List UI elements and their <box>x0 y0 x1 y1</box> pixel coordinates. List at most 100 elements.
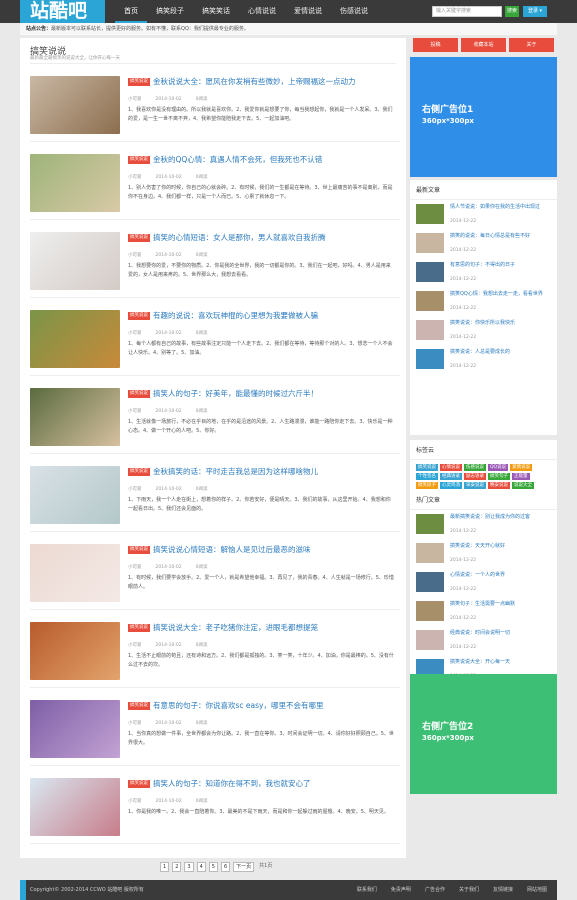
post-title-link[interactable]: 搞笑说说心情短语：解恼人是见过后最恶的滋味 <box>153 544 393 556</box>
post-author[interactable]: 小可爱 <box>128 643 142 648</box>
post-thumbnail[interactable] <box>30 76 120 134</box>
nav-sad[interactable]: 伤感说说 <box>331 0 377 23</box>
side-thumbnail[interactable] <box>416 514 444 534</box>
tag-link[interactable]: 搞笑说说 <box>416 464 438 471</box>
submit-button[interactable]: 投稿 <box>413 38 458 52</box>
post-category-badge[interactable]: 搞笑说说 <box>128 624 150 632</box>
side-article-link[interactable]: 搞笑说说：你快乐所以我快乐 <box>450 320 554 327</box>
side-thumbnail[interactable] <box>416 320 444 340</box>
bookmark-button[interactable]: 收藏本站 <box>461 38 506 52</box>
post-category-badge[interactable]: 搞笑说说 <box>128 156 150 164</box>
post-thumbnail[interactable] <box>30 778 120 836</box>
post-category-badge[interactable]: 搞笑说说 <box>128 78 150 86</box>
post-category-badge[interactable]: 搞笑说说 <box>128 234 150 242</box>
search-button[interactable]: 搜索 <box>505 6 519 17</box>
post-thumbnail[interactable] <box>30 622 120 680</box>
post-author[interactable]: 小可爱 <box>128 253 142 258</box>
tag-link[interactable]: 说说大全 <box>512 482 534 489</box>
side-article-link[interactable]: 情人节说说：如果你在我的生活中出现过 <box>450 204 554 211</box>
post-thumbnail[interactable] <box>30 466 120 524</box>
nav-love[interactable]: 爱情说说 <box>285 0 331 23</box>
nav-jokes[interactable]: 搞笑段子 <box>147 0 193 23</box>
post-title-link[interactable]: 搞笑的心情短语：女人是那你，男人就喜欢自我折腾 <box>153 232 393 244</box>
post-title-link[interactable]: 金秋搞笑的话：平时走吉我总是因为这样哪啥物儿 <box>153 466 393 478</box>
footer-link[interactable]: 广告合作 <box>425 880 445 900</box>
tag-link[interactable]: 励志语录 <box>464 473 486 480</box>
post-category-badge[interactable]: 搞笑说说 <box>128 468 150 476</box>
page-link-2[interactable]: 2 <box>172 862 182 872</box>
footer-link[interactable]: 关于我们 <box>459 880 479 900</box>
ad-banner-2[interactable]: 右侧广告位2 360px*300px <box>410 674 557 794</box>
post-title-link[interactable]: 搞笑说说大全：老子吃猪你注定，进眼毛都想提笼 <box>153 622 393 634</box>
nav-funny[interactable]: 搞笑笑话 <box>193 0 239 23</box>
footer-link[interactable]: 联系我们 <box>357 880 377 900</box>
post-author[interactable]: 小可爱 <box>128 721 142 726</box>
page-link-6[interactable]: 6 <box>220 862 231 872</box>
post-title-link[interactable]: 有趣的说说：喜欢玩神棍的心里想为我要做被人骗 <box>153 310 393 322</box>
footer-link[interactable]: 网站地图 <box>527 880 547 900</box>
login-button[interactable]: 登录 ▾ <box>523 6 547 17</box>
page-link-1[interactable]: 1 <box>160 862 170 872</box>
side-thumbnail[interactable] <box>416 601 444 621</box>
page-link-5[interactable]: 5 <box>208 862 218 872</box>
post-category-badge[interactable]: 搞笑说说 <box>128 702 150 710</box>
side-article-link[interactable]: 搞笑QQ心情：我想出去走一走，看看世界 <box>450 291 554 298</box>
post-author[interactable]: 小可爱 <box>128 97 142 102</box>
tag-link[interactable]: 心灵鸡汤 <box>440 482 462 489</box>
footer-link[interactable]: 免责声明 <box>391 880 411 900</box>
side-thumbnail[interactable] <box>416 630 444 650</box>
post-thumbnail[interactable] <box>30 154 120 212</box>
post-author[interactable]: 小可爱 <box>128 565 142 570</box>
side-thumbnail[interactable] <box>416 233 444 253</box>
side-article-link[interactable]: 最新搞笑说说：别让我成为你的过客 <box>450 514 554 521</box>
side-thumbnail[interactable] <box>416 349 444 369</box>
post-title-link[interactable]: 搞笑人的句子：知道你在得不到，我也就安心了 <box>153 778 393 790</box>
search-input[interactable]: 输入关键字搜索 <box>432 6 502 17</box>
post-category-badge[interactable]: 搞笑说说 <box>128 312 150 320</box>
tag-link[interactable]: 搞笑句子 <box>488 473 510 480</box>
tag-link[interactable]: 伤感说说 <box>464 464 486 471</box>
next-page-button[interactable]: 下一页 <box>233 862 255 872</box>
side-thumbnail[interactable] <box>416 204 444 224</box>
post-author[interactable]: 小可爱 <box>128 331 142 336</box>
post-thumbnail[interactable] <box>30 544 120 602</box>
post-thumbnail[interactable] <box>30 232 120 290</box>
tag-link[interactable]: 个性签名 <box>416 473 438 480</box>
side-article-link[interactable]: 搞笑的说说：每日心情总是有些不好 <box>450 233 554 240</box>
post-thumbnail[interactable] <box>30 310 120 368</box>
tag-link[interactable]: 正能量 <box>512 473 530 480</box>
tag-link[interactable]: QQ说说 <box>488 464 509 471</box>
footer-link[interactable]: 友情链接 <box>493 880 513 900</box>
tag-link[interactable]: 心情说说 <box>440 464 462 471</box>
tag-link[interactable]: 爱情说说 <box>510 464 533 471</box>
site-logo[interactable]: 站酷吧 <box>20 0 105 23</box>
tag-link[interactable]: 晚安说说 <box>488 482 510 489</box>
side-article-link[interactable]: 经典说说：时间会说明一切 <box>450 630 554 637</box>
tag-link[interactable]: 搞笑段子 <box>416 482 438 489</box>
side-article-link[interactable]: 搞笑说说大全：开心每一天 <box>450 659 554 666</box>
post-title-link[interactable]: 金秋的QQ心情：真遇人情不会死，但我死也不认错 <box>153 154 393 166</box>
side-thumbnail[interactable] <box>416 262 444 282</box>
ad-banner-1[interactable]: 右侧广告位1 360px*300px <box>410 57 557 177</box>
post-author[interactable]: 小可爱 <box>128 175 142 180</box>
nav-mood[interactable]: 心情说说 <box>239 0 285 23</box>
post-category-badge[interactable]: 搞笑说说 <box>128 390 150 398</box>
post-title-link[interactable]: 有意思的句子：你说喜欢sc easy，哪里不会有哪里 <box>153 700 393 712</box>
nav-home[interactable]: 首页 <box>115 0 147 23</box>
post-thumbnail[interactable] <box>30 700 120 758</box>
tag-link[interactable]: 早安说说 <box>464 482 486 489</box>
post-author[interactable]: 小可爱 <box>128 409 142 414</box>
post-author[interactable]: 小可爱 <box>128 799 142 804</box>
post-title-link[interactable]: 搞笑人的句子：好美年，能最懂的时候过六斤半！ <box>153 388 393 400</box>
side-article-link[interactable]: 搞笑句子：生活需要一点幽默 <box>450 601 554 608</box>
page-link-3[interactable]: 3 <box>184 862 194 872</box>
post-category-badge[interactable]: 搞笑说说 <box>128 546 150 554</box>
side-thumbnail[interactable] <box>416 291 444 311</box>
page-link-4[interactable]: 4 <box>196 862 206 872</box>
side-thumbnail[interactable] <box>416 572 444 592</box>
tag-link[interactable]: 经典语录 <box>440 473 462 480</box>
post-category-badge[interactable]: 搞笑说说 <box>128 780 150 788</box>
post-title-link[interactable]: 金秋说说大全：愿风在你发梢有些微妙，上帝赐福这一点动力 <box>153 76 393 88</box>
side-article-link[interactable]: 心情说说：一个人的世界 <box>450 572 554 579</box>
side-article-link[interactable]: 搞笑说说：天天开心就好 <box>450 543 554 550</box>
